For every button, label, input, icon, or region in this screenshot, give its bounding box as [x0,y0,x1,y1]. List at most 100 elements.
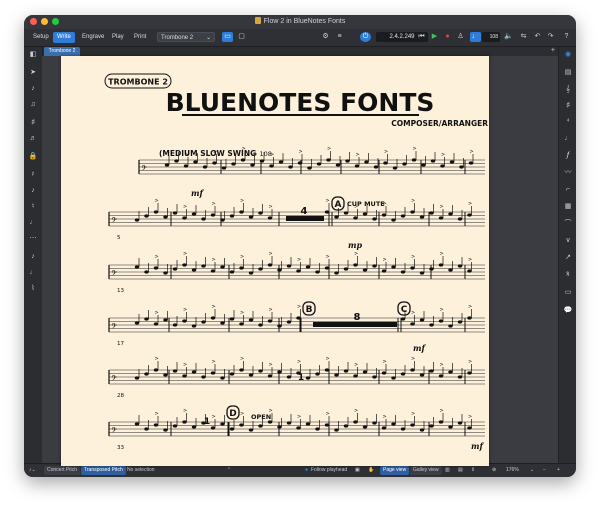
concert-pitch-button[interactable]: Concert Pitch [44,466,81,475]
svg-text:>: > [326,356,330,362]
comments-icon[interactable]: ▭ [559,287,576,299]
faders-icon[interactable]: ≡ [334,32,345,42]
clef-icon[interactable]: 𝄞 [559,84,576,96]
spread-icon[interactable]: ▥ [442,466,453,475]
click-icon[interactable]: ♩ [470,32,481,42]
mode-play-button[interactable]: Play [108,32,128,43]
notehead [201,217,206,221]
notehead [467,213,472,217]
galley-view-button[interactable]: Galley view [410,466,442,475]
dots-icon[interactable]: ⋯ [24,233,42,245]
playing-techniques-icon[interactable]: ⌒ [559,218,576,230]
notehead [172,211,178,215]
cue-icon[interactable]: ♪ [24,185,42,197]
sharp-icon[interactable]: ♯ [24,117,42,129]
tie-icon[interactable]: ♬ [24,133,42,145]
mixer-icon[interactable]: ⚙ [320,32,331,42]
ornaments-icon[interactable]: 〰 [559,167,576,179]
lock-icon[interactable]: 🔒 [24,151,42,163]
rest-icon[interactable]: 𝄽 [24,169,42,181]
notehead [183,164,189,168]
stepper-icon[interactable]: ⇕ [468,466,478,475]
mode-print-button[interactable]: Print [130,32,150,43]
toolbar: Setup Write Engrave Play Print Trombone … [24,29,576,47]
notehead [258,211,263,215]
hide-panels-icon[interactable]: ⇆ [518,32,529,42]
pages-icon[interactable]: ▤ [455,466,466,475]
tab-bar: Trombone 2 + [42,47,558,56]
notehead [134,376,140,380]
note-input-icon[interactable]: ♪ [24,83,42,95]
notehead [353,216,358,220]
mode-engrave-button[interactable]: Engrave [78,32,108,43]
notehead [220,376,225,380]
window-layout-icon[interactable]: ▢ [236,32,247,42]
notes-icon[interactable]: ♫ [24,99,42,111]
caret-up-icon[interactable]: ⌃ [224,466,234,475]
notehead [438,216,444,220]
notehead [212,161,217,165]
note-value-icon[interactable]: ♪⌄ [26,466,39,475]
rehearsal-mark-c: C [401,305,408,315]
notehead [296,426,301,430]
holds-icon[interactable]: ▦ [559,201,576,213]
zoom-out-icon[interactable]: − [540,466,549,475]
follow-playhead-label[interactable]: Follow playhead [308,466,350,475]
voice-icon[interactable]: ♩ [24,267,42,279]
notehead [248,373,254,377]
text-icon[interactable]: ↗ [559,252,576,264]
notehead [391,376,396,380]
svg-text:>: > [297,257,301,263]
zoom-in-icon[interactable]: + [554,466,563,475]
rehearsal-icon[interactable]: 𝄋 [559,269,576,281]
hand-icon[interactable]: ✋ [365,466,377,475]
tab-trombone-2[interactable]: Trombone 2 [44,47,80,56]
notehead [220,321,225,325]
transposed-pitch-button[interactable]: Transposed Pitch [81,466,126,475]
select-arrow-icon[interactable]: ➤ [24,67,42,79]
play-icon[interactable]: ▶ [429,32,440,42]
time-signature-icon[interactable]: ⁴ [559,116,576,128]
rewind-icon[interactable]: ⏮ [416,32,427,42]
mode-write-button[interactable]: Write [53,32,75,43]
comment-bubble-icon[interactable]: 💬 [559,305,576,317]
notehead [383,161,388,165]
redo-icon[interactable]: ↷ [545,32,556,42]
mode-setup-button[interactable]: Setup [29,32,53,43]
page-view-button[interactable]: Page view [380,466,410,475]
zoom-fit-icon[interactable]: ⊕ [489,466,499,475]
tuplet-icon[interactable]: ♮ [24,201,42,213]
galley-layout-button[interactable]: ▭ [222,32,233,42]
zoom-level[interactable]: 176% [503,466,522,475]
add-tab-icon[interactable]: + [551,47,555,54]
undo-icon[interactable]: ↶ [532,32,543,42]
zoom-menu-icon[interactable]: ⌄ [527,466,537,475]
notehead [134,321,140,325]
help-icon[interactable]: ? [561,32,572,42]
frame-icon[interactable]: ▣ [352,466,363,475]
power-icon[interactable]: ⏻ [360,32,371,42]
keyboard-icon[interactable]: ▤ [559,67,576,79]
tempo-icon[interactable]: ♩ [559,133,576,145]
metronome-icon[interactable]: ♙ [455,32,466,42]
instrument-select[interactable]: Trombone 2 ⌄ [157,32,215,42]
accent-icon[interactable]: ♪ [24,251,42,263]
svg-text:>: > [441,152,445,158]
measure-number: 13 [117,288,124,294]
sidebar-toggle-icon[interactable]: ◧ [24,49,42,61]
repeat-icon[interactable]: ⌐ [559,184,576,196]
volume-icon[interactable]: 🔈 [503,32,514,42]
notehead [259,159,265,163]
lines-icon[interactable]: ∨ [559,235,576,247]
grace-icon[interactable]: ♩ [24,217,42,229]
notehead [277,370,282,374]
notehead [201,320,206,324]
key-signature-icon[interactable]: ♯ [559,100,576,112]
slur-icon[interactable]: ⌇ [24,283,42,295]
dynamics-icon[interactable]: 𝆑 [559,150,576,162]
svg-text:>: > [183,307,187,313]
cup-mute-text: CUP MUTE [347,200,385,208]
record-icon[interactable]: ● [442,32,453,42]
notations-icon[interactable]: ◉ [559,49,576,61]
score-page[interactable]: TROMBONE 2 BLUENOTES FONTS COMPOSER/ARRA… [61,56,489,466]
